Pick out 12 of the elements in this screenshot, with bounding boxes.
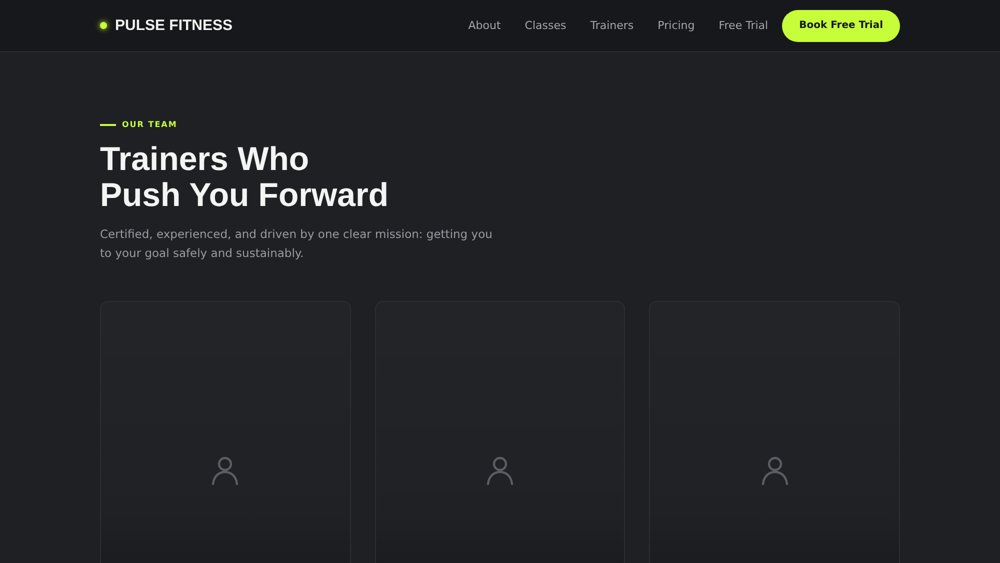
nav-link[interactable]: Free Trial: [718, 19, 768, 32]
brand-name[interactable]: PULSE FITNESS: [115, 17, 233, 34]
book-trial-button[interactable]: Book Free Trial: [782, 10, 900, 42]
section-label: OUR TEAM: [122, 120, 178, 129]
section-title: Trainers Who Push You Forward: [100, 141, 390, 213]
accent-line: [100, 124, 116, 126]
nav-link[interactable]: About: [468, 19, 501, 32]
nav-link[interactable]: Trainers: [590, 19, 634, 32]
section-intro: Certified, experienced, and driven by one clear mission: getting you to your goal safely and sustainably.: [100, 226, 494, 262]
nav-link[interactable]: Classes: [524, 19, 566, 32]
logo-dot-icon: [100, 22, 107, 29]
nav-link[interactable]: Pricing: [658, 19, 695, 32]
